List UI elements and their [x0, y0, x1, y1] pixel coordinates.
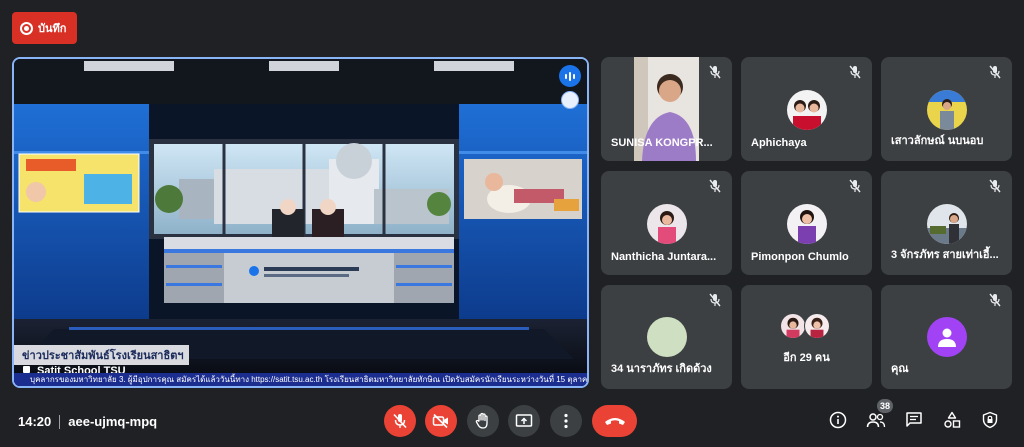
control-bar: 14:20 aee-ujmq-mpq	[0, 396, 1024, 447]
info-icon	[829, 411, 847, 429]
activities-button[interactable]	[942, 410, 962, 430]
others-count-label: อีก 29 คน	[783, 352, 830, 364]
participant-name: คุณ	[891, 363, 909, 375]
chat-button[interactable]	[904, 410, 924, 430]
more-options-button[interactable]	[550, 405, 582, 437]
mic-off-icon	[709, 179, 721, 193]
meeting-info: 14:20 aee-ujmq-mpq	[18, 414, 157, 429]
mic-off-icon	[989, 179, 1001, 193]
shield-lock-icon	[982, 411, 998, 429]
participant-tile[interactable]: 3 จักรภัทร สายเท่าเอี้...	[881, 171, 1012, 275]
participant-avatar	[803, 313, 830, 339]
people-icon	[866, 413, 886, 428]
participant-avatar	[926, 204, 967, 244]
people-count-badge: 38	[877, 399, 894, 413]
participant-name: Aphichaya	[751, 137, 807, 149]
raise-hand-button[interactable]	[467, 405, 499, 437]
camera-off-icon	[432, 413, 448, 429]
present-icon	[515, 414, 533, 427]
activities-icon	[944, 411, 961, 428]
participant-tile[interactable]: Nanthicha Juntara...	[601, 171, 732, 275]
participant-avatar	[779, 313, 806, 339]
participant-avatar	[646, 204, 687, 244]
person-icon	[937, 328, 956, 347]
chat-icon	[906, 412, 922, 427]
divider	[59, 414, 61, 429]
recording-badge[interactable]: บันทึก	[12, 12, 77, 44]
participant-name: 34 นาราภัทร เกิดด้วง	[611, 363, 712, 375]
participant-avatar	[646, 317, 687, 357]
mic-off-icon	[989, 293, 1001, 307]
host-controls-button[interactable]	[980, 410, 1000, 430]
camera-button[interactable]	[425, 405, 457, 437]
presenter-tile[interactable]: ข่าวประชาสัมพันธ์โรงเรียนสาธิตฯ Satit Sc…	[12, 57, 589, 388]
mic-off-icon	[393, 413, 407, 429]
meeting-time: 14:20	[18, 414, 52, 429]
participant-name: Nanthicha Juntara...	[611, 251, 717, 263]
participant-avatar	[786, 90, 827, 130]
self-avatar	[926, 317, 967, 357]
mic-off-icon	[989, 65, 1001, 79]
others-tile[interactable]: อีก 29 คน	[741, 285, 872, 389]
leave-call-button[interactable]	[592, 405, 637, 437]
meeting-code[interactable]: aee-ujmq-mpq	[68, 414, 157, 429]
participant-tile[interactable]: Aphichaya	[741, 57, 872, 161]
present-screen-button[interactable]	[508, 405, 540, 437]
speaking-indicator-icon	[559, 65, 581, 87]
self-tile[interactable]: คุณ	[881, 285, 1012, 389]
mic-off-icon	[709, 293, 721, 307]
school-logo-icon	[561, 91, 579, 109]
news-ticker: บุคลากรของมหาวิทยาลัย 3. ผู้มีอุปการคุณ …	[14, 373, 587, 386]
participant-tile[interactable]: 34 นาราภัทร เกิดด้วง	[601, 285, 732, 389]
hand-icon	[475, 412, 488, 429]
mic-off-icon	[849, 65, 861, 79]
participant-tile[interactable]: SUNISA KONGPR...	[601, 57, 732, 161]
news-lower-third: ข่าวประชาสัมพันธ์โรงเรียนสาธิตฯ	[14, 345, 189, 365]
participant-name: 3 จักรภัทร สายเท่าเอี้...	[891, 249, 999, 261]
presenter-video	[14, 59, 587, 386]
record-icon	[20, 21, 33, 35]
microphone-button[interactable]	[384, 405, 416, 437]
participant-avatar	[786, 204, 827, 244]
participant-name: SUNISA KONGPR...	[611, 137, 713, 149]
mic-off-icon	[709, 65, 721, 79]
end-call-icon	[604, 418, 625, 425]
meet-window: บันทึก ข่าวประชาสัมพันธ์โรงเรียนสาธิตฯ S…	[0, 0, 1024, 447]
others-avatars	[779, 313, 834, 339]
people-button[interactable]	[866, 410, 886, 430]
participant-name: เสาวลักษณ์ นบนอบ	[891, 135, 984, 147]
participant-name: Pimonpon Chumlo	[751, 251, 849, 263]
more-vert-icon	[564, 413, 568, 429]
mic-off-icon	[849, 179, 861, 193]
participant-tile[interactable]: เสาวลักษณ์ นบนอบ	[881, 57, 1012, 161]
meeting-details-button[interactable]	[828, 410, 848, 430]
participant-tile[interactable]: Pimonpon Chumlo	[741, 171, 872, 275]
participant-avatar	[926, 90, 967, 130]
recording-label: บันทึก	[38, 23, 67, 35]
